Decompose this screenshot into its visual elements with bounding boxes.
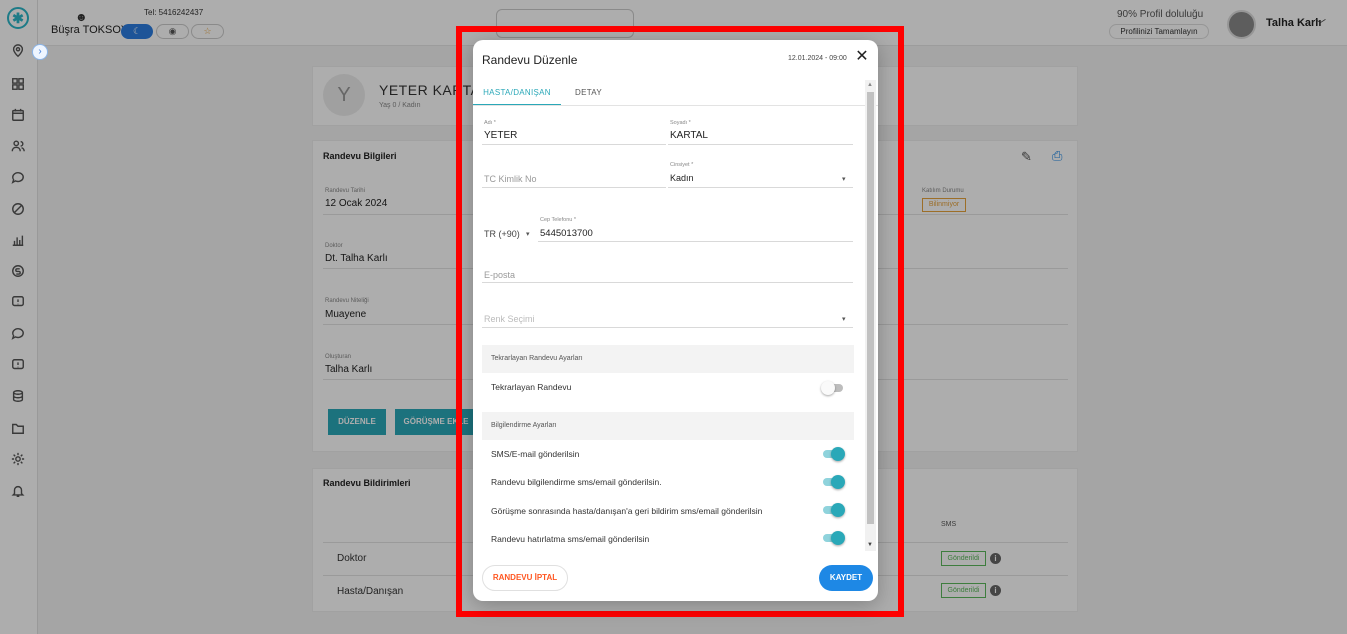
- last-name-field[interactable]: KARTAL: [670, 130, 708, 141]
- email-field[interactable]: E-posta: [484, 270, 515, 280]
- recurring-label: Tekrarlayan Randevu: [491, 382, 572, 392]
- cancel-appointment-button[interactable]: RANDEVU İPTAL: [482, 565, 568, 591]
- color-select[interactable]: Renk Seçimi: [484, 314, 535, 324]
- sidebar-collapse-button[interactable]: ›: [32, 44, 48, 60]
- reminder-sms-toggle[interactable]: [823, 531, 845, 545]
- phone-label: Cep Telefonu *: [540, 217, 576, 223]
- gender-label: Cinsiyet *: [670, 162, 694, 168]
- tab-patient[interactable]: HASTA/DANIŞAN: [473, 82, 561, 106]
- scrollbar[interactable]: ▲ ▼: [865, 80, 876, 551]
- sms-email-toggle[interactable]: [823, 447, 845, 461]
- feedback-sms-toggle[interactable]: [823, 503, 845, 517]
- save-button[interactable]: KAYDET: [819, 565, 873, 591]
- first-name-label: Adı *: [484, 120, 496, 126]
- sms-email-label: SMS/E-mail gönderilsin: [491, 449, 580, 459]
- edit-appointment-dialog: Randevu Düzenle 12.01.2024 - 09:00 ✕ HAS…: [473, 40, 878, 601]
- first-name-field[interactable]: YETER: [484, 130, 517, 141]
- recurring-settings-header: Tekrarlayan Randevu Ayarları: [482, 345, 854, 373]
- caret-down-icon[interactable]: ▾: [842, 175, 846, 183]
- reminder-sms-label: Randevu hatırlatma sms/email gönderilsin: [491, 534, 650, 544]
- notification-settings-header: Bilgilendirme Ayarları: [482, 412, 854, 440]
- caret-down-icon[interactable]: ▾: [526, 230, 530, 238]
- info-sms-label: Randevu bilgilendirme sms/email gönderil…: [491, 477, 662, 487]
- tc-id-field[interactable]: TC Kimlik No: [484, 174, 537, 184]
- country-code-select[interactable]: TR (+90): [484, 229, 520, 239]
- gender-select[interactable]: Kadın: [670, 173, 694, 183]
- scroll-up-icon[interactable]: ▲: [867, 82, 873, 88]
- feedback-sms-label: Görüşme sonrasında hasta/danışan'a geri …: [491, 506, 763, 516]
- phone-field[interactable]: 5445013700: [540, 228, 593, 239]
- dialog-title: Randevu Düzenle: [482, 53, 578, 67]
- scroll-down-icon[interactable]: ▼: [867, 542, 873, 548]
- info-sms-toggle[interactable]: [823, 475, 845, 489]
- recurring-toggle[interactable]: [821, 381, 843, 395]
- tab-detail[interactable]: DETAY: [561, 82, 616, 106]
- close-icon[interactable]: ✕: [853, 48, 871, 66]
- caret-down-icon[interactable]: ▾: [842, 315, 846, 323]
- dialog-date: 12.01.2024 - 09:00: [788, 55, 847, 62]
- last-name-label: Soyadı *: [670, 120, 691, 126]
- scroll-thumb[interactable]: [867, 92, 874, 524]
